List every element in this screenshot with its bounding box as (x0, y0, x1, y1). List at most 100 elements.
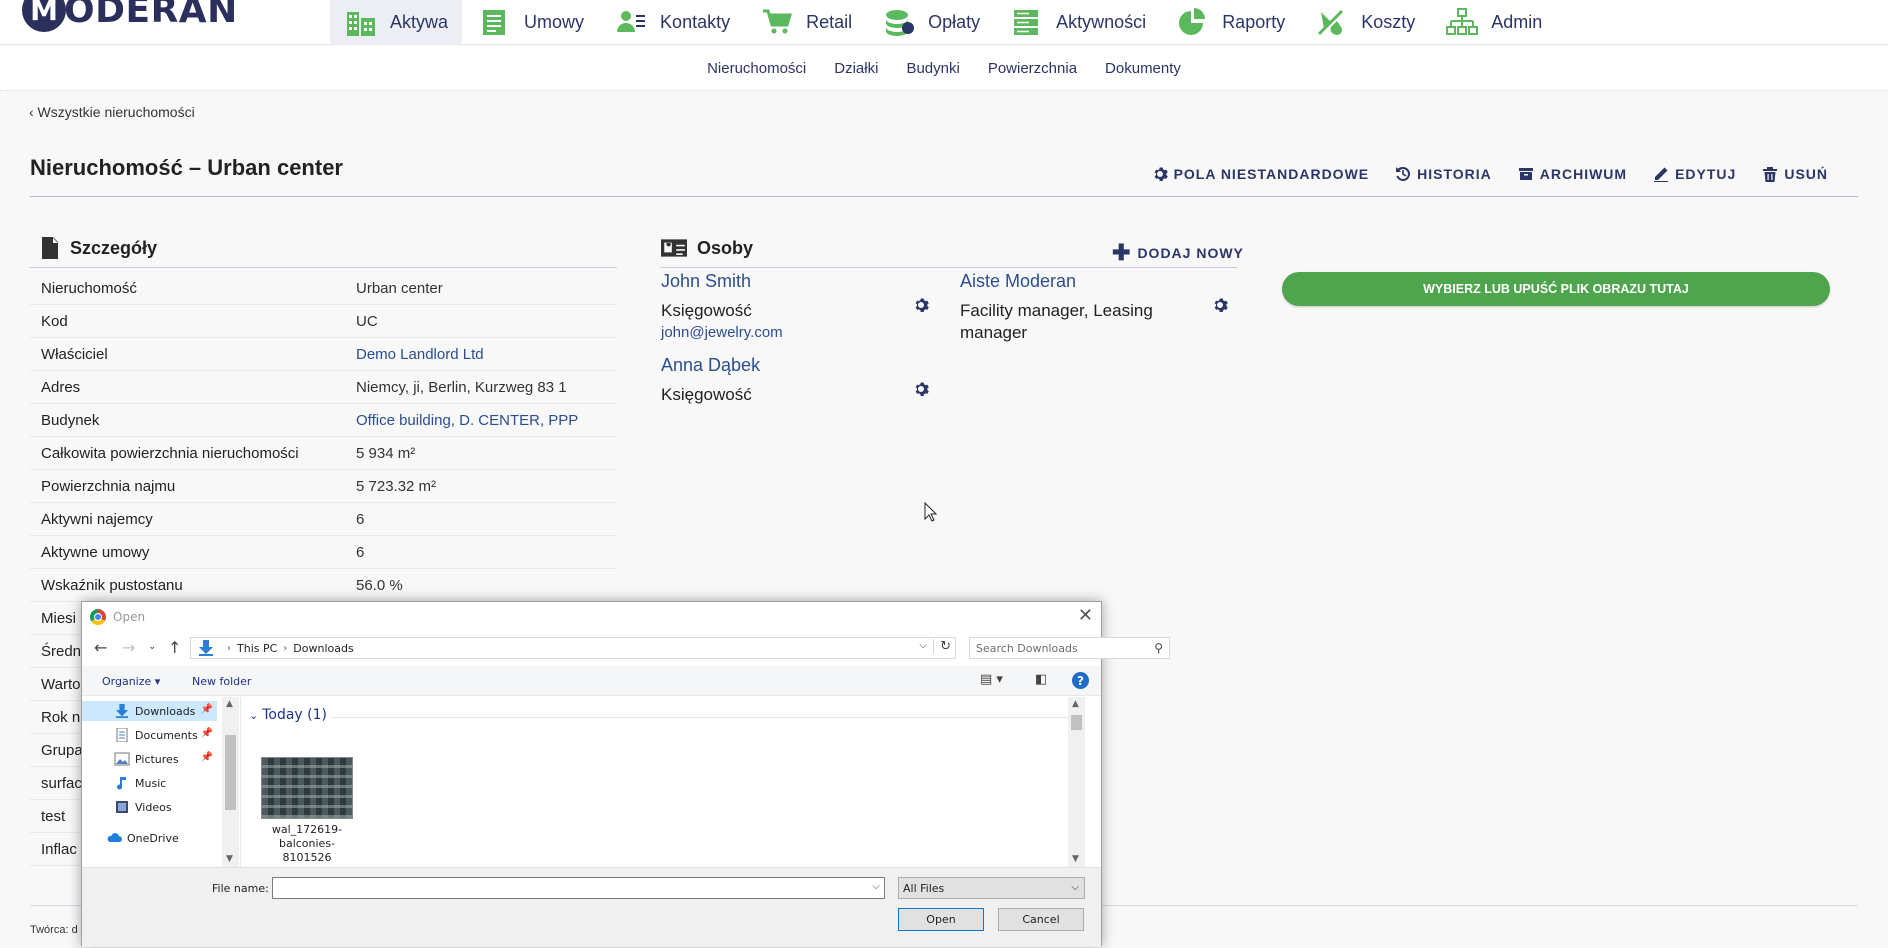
music-icon (117, 777, 126, 790)
back-arrow-icon[interactable]: ← (94, 638, 107, 657)
nav-item-pictures[interactable]: Pictures 📌 (82, 749, 217, 769)
search-icon: ⚲ (1154, 641, 1163, 655)
file-list-scrollbar[interactable]: ▲ ▼ (1068, 697, 1085, 867)
delete-button[interactable]: USUŃ (1762, 166, 1828, 182)
subnav-item[interactable]: Budynki (906, 60, 959, 77)
cancel-button[interactable]: Cancel (998, 908, 1084, 931)
details-label: Aktywne umowy (41, 543, 150, 561)
nav-admin[interactable]: Admin (1431, 0, 1556, 45)
add-new-person-button[interactable]: ✚ DODAJ NOWY (1112, 242, 1244, 264)
close-icon[interactable]: ✕ (1078, 605, 1093, 626)
scroll-up-icon[interactable]: ▲ (226, 699, 233, 709)
file-list-area: ⌄ Today (1) wal_172619-balconies-8101526… (240, 697, 1085, 867)
subnav-item[interactable]: Działki (834, 60, 878, 77)
forward-arrow-icon[interactable]: → (122, 638, 135, 657)
subnav-item[interactable]: Dokumenty (1105, 60, 1181, 77)
person-email[interactable]: john@jewelry.com (661, 324, 931, 341)
moderan-logo[interactable]: M ODERAN (22, 0, 238, 34)
scrollbar-thumb[interactable] (1071, 715, 1082, 730)
up-arrow-icon[interactable]: ↑ (168, 638, 181, 657)
nav-item-onedrive[interactable]: OneDrive (82, 828, 217, 848)
person-card: Anna Dąbek Księgowość (661, 355, 931, 406)
download-icon (199, 640, 213, 656)
person-name[interactable]: John Smith (661, 271, 931, 292)
open-button[interactable]: Open (898, 908, 984, 931)
custom-fields-button[interactable]: POLA NIESTANDARDOWE (1152, 166, 1370, 182)
nav-umowy[interactable]: Umowy (464, 0, 598, 45)
person-settings-gear-icon[interactable] (1212, 297, 1228, 313)
persons-section-header: Osoby (661, 237, 753, 259)
nav-label: Aktywności (1056, 12, 1147, 32)
trash-icon (1763, 167, 1778, 182)
file-name-label: wal_172619-balconies-8101526 (271, 823, 343, 864)
subnav-item[interactable]: Nieruchomości (707, 60, 806, 77)
details-value[interactable]: Demo Landlord Ltd (356, 346, 484, 363)
nav-koszty[interactable]: Koszty (1301, 0, 1429, 45)
scroll-up-icon[interactable]: ▲ (1072, 699, 1079, 709)
change-view-icon[interactable]: ▤ ▾ (980, 672, 1003, 687)
details-value[interactable]: Office building, D. CENTER, PPP (356, 412, 578, 429)
details-row: Powierzchnia najmu 5 723.32 m² (30, 470, 617, 503)
file-type-select[interactable]: All Files ⌵ (898, 877, 1085, 899)
nav-item-downloads[interactable]: Downloads 📌 (82, 701, 217, 721)
dialog-footer: File name: ⌵ All Files ⌵ Open Cancel (82, 867, 1101, 947)
recent-locations-chevron-icon[interactable]: ⌄ (148, 641, 156, 652)
document-icon (478, 8, 512, 38)
search-downloads-input[interactable]: Search Downloads ⚲ (969, 637, 1170, 659)
image-upload-dropzone-button[interactable]: WYBIERZ LUB UPUŚĆ PLIK OBRAZU TUTAJ (1282, 272, 1830, 306)
title-divider (30, 196, 1858, 197)
file-item[interactable]: wal_172619-balconies-8101526 (259, 757, 355, 865)
details-label: Całkowita powierzchnia nieruchomości (41, 444, 299, 462)
scroll-down-icon[interactable]: ▼ (1072, 854, 1079, 864)
nav-item-label: OneDrive (127, 831, 179, 845)
help-button[interactable]: ? (1072, 672, 1089, 689)
nav-item-videos[interactable]: Videos (82, 797, 217, 817)
person-role: Księgowość (661, 301, 752, 320)
person-name[interactable]: Aiste Moderan (960, 271, 1160, 292)
organize-menu[interactable]: Organize ▾ (102, 675, 160, 688)
nav-aktywa[interactable]: Aktywa (330, 0, 463, 45)
person-settings-gear-icon[interactable] (913, 381, 929, 397)
chevron-down-icon[interactable]: ⌵ (919, 640, 927, 651)
person-settings-gear-icon[interactable] (913, 297, 929, 313)
new-folder-button[interactable]: New folder (192, 675, 251, 688)
details-row: Właściciel Demo Landlord Ltd (30, 338, 617, 371)
nav-aktywno-ci[interactable]: Aktywności (996, 0, 1160, 45)
dialog-title: Open (113, 610, 146, 624)
edit-button[interactable]: EDYTUJ (1653, 166, 1736, 182)
refresh-icon[interactable]: ↻ (933, 639, 951, 654)
navigation-scrollbar[interactable]: ▲ ▼ (222, 697, 239, 867)
archive-button[interactable]: ARCHIWUM (1518, 166, 1627, 182)
file-name-input[interactable]: ⌵ (272, 877, 885, 899)
archive-label: ARCHIWUM (1539, 166, 1628, 182)
coins-icon (882, 8, 916, 38)
back-to-properties-link[interactable]: ‹ Wszystkie nieruchomości (29, 104, 195, 120)
nav-retail[interactable]: Retail (746, 0, 866, 45)
scrollbar-thumb[interactable] (225, 735, 236, 810)
nav-label: Admin (1491, 12, 1543, 32)
breadcrumb-this-pc[interactable]: This PC (237, 642, 277, 655)
chrome-icon (90, 609, 106, 625)
scroll-down-icon[interactable]: ▼ (226, 854, 233, 864)
chevron-down-icon[interactable]: ⌵ (872, 881, 880, 892)
nav-op-aty[interactable]: Opłaty (868, 0, 994, 45)
breadcrumb-downloads[interactable]: Downloads (293, 642, 353, 655)
nav-kontakty[interactable]: Kontakty (600, 0, 744, 45)
person-card: Aiste Moderan Facility manager, Leasing … (960, 271, 1160, 344)
preview-pane-icon[interactable]: ◧ (1035, 672, 1047, 687)
nav-item-label: Videos (135, 800, 172, 814)
subnav-item[interactable]: Powierzchnia (988, 60, 1077, 77)
costs-icon (1315, 8, 1349, 38)
person-name[interactable]: Anna Dąbek (661, 355, 931, 376)
logo-mark: M (22, 0, 66, 32)
group-header-today[interactable]: ⌄ Today (1) (249, 707, 327, 723)
onedrive-icon (107, 833, 122, 842)
nav-raporty[interactable]: Raporty (1162, 0, 1299, 45)
nav-label: Opłaty (928, 12, 981, 32)
nav-item-music[interactable]: Music (82, 773, 217, 793)
person-role: Facility manager, Leasing manager (960, 301, 1153, 342)
address-bar[interactable]: › This PC › Downloads ⌵ ↻ (190, 637, 956, 659)
nav-item-documents[interactable]: Documents 📌 (82, 725, 217, 745)
history-button[interactable]: HISTORIA (1395, 166, 1492, 182)
nav-item-label: Downloads (135, 704, 196, 718)
